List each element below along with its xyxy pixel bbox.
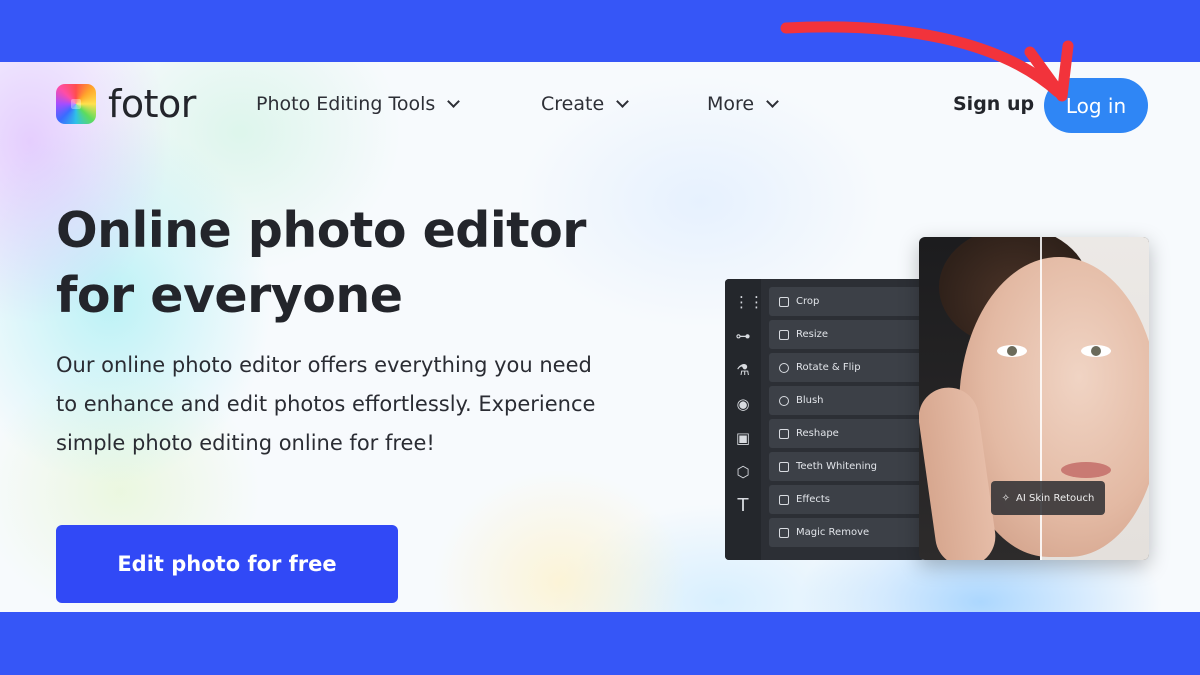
menu-label: Crop <box>796 296 820 307</box>
editor-preview: ⋮⋮ ⊶ ⚗ ◉ ▣ ⬡ T Crop Resize Rotate & Flip… <box>725 279 925 560</box>
fotor-logo[interactable]: fotor <box>56 84 196 124</box>
menu-item-effects[interactable]: Effects <box>769 485 925 514</box>
blush-icon <box>779 395 789 406</box>
frame-icon: ▣ <box>735 429 751 447</box>
nav-label: More <box>707 93 755 115</box>
brand-name: fotor <box>108 82 196 126</box>
menu-item-magic-remove[interactable]: Magic Remove <box>769 518 925 547</box>
resize-icon <box>779 329 789 340</box>
crop-icon <box>779 296 789 307</box>
menu-item-resize[interactable]: Resize <box>769 320 925 349</box>
menu-label: Teeth Whitening <box>796 461 878 472</box>
sign-up-link[interactable]: Sign up <box>953 93 1034 115</box>
hero-headline: Online photo editor for everyone <box>56 198 616 328</box>
flask-icon <box>779 494 789 505</box>
reshape-icon <box>779 428 789 439</box>
top-band <box>0 0 1200 62</box>
bottom-band <box>0 612 1200 675</box>
menu-label: Resize <box>796 329 829 340</box>
menu-item-rotate-flip[interactable]: Rotate & Flip <box>769 353 925 382</box>
headline-line-2: for everyone <box>56 267 403 324</box>
shapes-icon: ⬡ <box>736 463 750 481</box>
menu-label: Rotate & Flip <box>796 362 861 373</box>
menu-label: Magic Remove <box>796 527 870 538</box>
edit-photo-button[interactable]: Edit photo for free <box>56 525 398 603</box>
text-icon: T <box>737 495 749 516</box>
right-eye <box>1081 345 1111 357</box>
left-eye <box>997 345 1027 357</box>
menu-item-crop[interactable]: Crop <box>769 287 925 316</box>
menu-label: Reshape <box>796 428 839 439</box>
nav-create[interactable]: Create <box>541 93 630 115</box>
ai-skin-retouch-badge[interactable]: ✧ AI Skin Retouch <box>991 481 1105 515</box>
menu-label: Effects <box>796 494 830 505</box>
tool-rail: ⋮⋮ ⊶ ⚗ ◉ ▣ ⬡ T <box>725 279 764 560</box>
hero-description: Our online photo editor offers everythin… <box>56 353 596 455</box>
nav-photo-editing-tools[interactable]: Photo Editing Tools <box>256 93 461 115</box>
chevron-down-icon <box>447 95 461 108</box>
sparkle-icon <box>779 461 789 472</box>
adjust-sliders-icon: ⊶ <box>735 327 751 345</box>
chevron-down-icon <box>766 95 779 108</box>
eraser-icon <box>779 527 789 538</box>
headline-line-1: Online photo editor <box>56 202 586 259</box>
chevron-down-icon <box>616 95 630 108</box>
nav-label: Photo Editing Tools <box>256 93 436 115</box>
menu-item-teeth-whitening[interactable]: Teeth Whitening <box>769 452 925 481</box>
eye-icon: ◉ <box>736 395 750 413</box>
nav-more[interactable]: More <box>707 93 779 115</box>
fotor-logo-icon <box>56 84 96 124</box>
nav-label: Create <box>541 93 605 115</box>
badge-label: AI Skin Retouch <box>1016 492 1095 504</box>
menu-item-reshape[interactable]: Reshape <box>769 419 925 448</box>
rotate-icon <box>779 362 789 373</box>
lips <box>1061 462 1111 478</box>
fotor-landing-page: fotor Photo Editing Tools Create More Si… <box>0 62 1200 612</box>
grid-icon: ⋮⋮ <box>734 293 764 311</box>
log-in-button[interactable]: Log in <box>1044 78 1148 133</box>
tool-menu: Crop Resize Rotate & Flip Blush Reshape … <box>769 287 925 551</box>
before-after-photo: ✧ AI Skin Retouch <box>919 237 1149 560</box>
menu-item-blush[interactable]: Blush <box>769 386 925 415</box>
flask-icon: ⚗ <box>736 361 750 379</box>
magic-wand-icon: ✧ <box>1001 492 1011 504</box>
menu-label: Blush <box>796 395 824 406</box>
